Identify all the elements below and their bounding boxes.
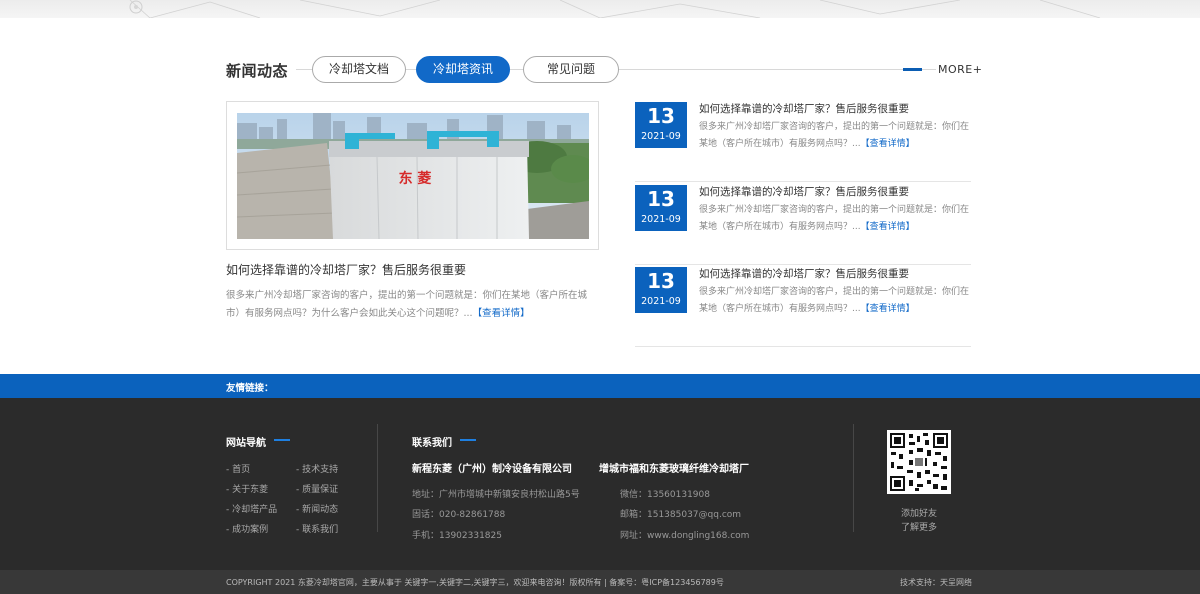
friend-links-bar: 友情链接： bbox=[0, 374, 1200, 398]
date-year-month: 2021-09 bbox=[641, 214, 681, 225]
date-badge: 13 2021-09 bbox=[635, 267, 687, 313]
news-item-title[interactable]: 如何选择靠谱的冷却塔厂家？售后服务很重要 bbox=[699, 101, 909, 116]
footer-link-news[interactable]: - 新闻动态 bbox=[296, 502, 338, 515]
date-day: 13 bbox=[647, 187, 675, 211]
header-accent-bar bbox=[903, 68, 922, 71]
news-section-title: 新闻动态 bbox=[226, 62, 289, 80]
footer: 网站导航 - 首页 - 技术支持 - 关于东菱 - 质量保证 - 冷却塔产品 -… bbox=[0, 398, 1200, 570]
tab-cooling-tower-docs[interactable]: 冷却塔文档 bbox=[312, 56, 406, 83]
date-year-month: 2021-09 bbox=[641, 296, 681, 307]
news-item-detail-link[interactable]: 【查看详情】 bbox=[861, 139, 915, 149]
footer-contact-title: 联系我们 bbox=[412, 438, 452, 449]
date-badge: 13 2021-09 bbox=[635, 185, 687, 231]
footer-link-tech-support[interactable]: - 技术支持 bbox=[296, 462, 338, 475]
date-year-month: 2021-09 bbox=[641, 131, 681, 142]
news-list-item[interactable]: 13 2021-09 如何选择靠谱的冷却塔厂家？售后服务很重要 很多来广州冷却塔… bbox=[635, 267, 971, 347]
news-item-desc-text: 很多来广州冷却塔厂家咨询的客户，提出的第一个问题就是：你们在某地（客户所在城市）… bbox=[699, 205, 970, 232]
news-item-desc-text: 很多来广州冷却塔厂家咨询的客户，提出的第一个问题就是：你们在某地（客户所在城市）… bbox=[699, 287, 970, 314]
qr-caption-line2: 了解更多 bbox=[900, 523, 937, 533]
featured-image-sign: 东 菱 bbox=[399, 170, 432, 187]
featured-desc-text: 很多来广州冷却塔厂家咨询的客户，提出的第一个问题就是：你们在某地（客户所在城市）… bbox=[226, 290, 588, 319]
news-item-title[interactable]: 如何选择靠谱的冷却塔厂家？售后服务很重要 bbox=[699, 266, 909, 281]
footer-link-quality[interactable]: - 质量保证 bbox=[296, 482, 338, 495]
date-badge: 13 2021-09 bbox=[635, 102, 687, 148]
top-banner-strip bbox=[0, 0, 1200, 18]
qr-caption-line1: 添加好友 bbox=[900, 509, 937, 519]
news-item-desc: 很多来广州冷却塔厂家咨询的客户，提出的第一个问题就是：你们在某地（客户所在城市）… bbox=[699, 284, 974, 318]
featured-image-frame[interactable]: 东 菱 bbox=[226, 101, 599, 250]
footer-link-home[interactable]: - 首页 bbox=[226, 462, 250, 475]
news-item-detail-link[interactable]: 【查看详情】 bbox=[861, 222, 915, 232]
company-name-2: 增城市福和东菱玻璃纤维冷却塔厂 bbox=[599, 464, 749, 475]
contact-mobile: 手机：13902331825 bbox=[412, 531, 502, 541]
news-section-header: 新闻动态 冷却塔文档 冷却塔资讯 常见问题 MORE+ bbox=[226, 56, 982, 84]
footer-nav-title: 网站导航 bbox=[226, 438, 266, 449]
contact-phone: 固话：020-82861788 bbox=[412, 510, 506, 520]
copyright-text: COPYRIGHT 2021 东菱冷却塔官网，主要从事于 关键字一,关键字二,关… bbox=[226, 578, 724, 587]
company-name-1: 新程东菱（广州）制冷设备有限公司 bbox=[412, 464, 572, 475]
copyright-bar: COPYRIGHT 2021 东菱冷却塔官网，主要从事于 关键字一,关键字二,关… bbox=[0, 570, 1200, 594]
tab-faq[interactable]: 常见问题 bbox=[523, 56, 619, 83]
contact-email: 邮箱：151385037@qq.com bbox=[620, 510, 742, 520]
date-day: 13 bbox=[647, 104, 675, 128]
footer-link-about[interactable]: - 关于东菱 bbox=[226, 482, 268, 495]
footer-link-contact[interactable]: - 联系我们 bbox=[296, 522, 338, 535]
featured-detail-link[interactable]: 【查看详情】 bbox=[473, 308, 530, 319]
footer-link-products[interactable]: - 冷却塔产品 bbox=[226, 502, 277, 515]
footer-divider-right bbox=[853, 424, 854, 532]
contact-wechat: 微信：13560131908 bbox=[620, 490, 710, 500]
footer-divider-left bbox=[377, 424, 378, 532]
featured-desc: 很多来广州冷却塔厂家咨询的客户，提出的第一个问题就是：你们在某地（客户所在城市）… bbox=[226, 287, 601, 323]
news-item-desc: 很多来广州冷却塔厂家咨询的客户，提出的第一个问题就是：你们在某地（客户所在城市）… bbox=[699, 119, 974, 153]
friend-links-label: 友情链接： bbox=[226, 383, 274, 394]
news-list-item[interactable]: 13 2021-09 如何选择靠谱的冷却塔厂家？售后服务很重要 很多来广州冷却塔… bbox=[635, 185, 971, 265]
tab-cooling-tower-news[interactable]: 冷却塔资讯 bbox=[416, 56, 510, 83]
featured-title[interactable]: 如何选择靠谱的冷却塔厂家？售后服务很重要 bbox=[226, 261, 466, 278]
tech-support-text: 技术支持：天呈网络 bbox=[900, 578, 972, 587]
more-link[interactable]: MORE+ bbox=[938, 63, 982, 76]
contact-address: 地址：广州市增城中新镇安良村松山路5号 bbox=[412, 490, 580, 500]
footer-nav-accent bbox=[274, 439, 290, 441]
news-item-desc: 很多来广州冷却塔厂家咨询的客户，提出的第一个问题就是：你们在某地（客户所在城市）… bbox=[699, 202, 974, 236]
news-list-item[interactable]: 13 2021-09 如何选择靠谱的冷却塔厂家？售后服务很重要 很多来广州冷却塔… bbox=[635, 102, 971, 182]
news-item-desc-text: 很多来广州冷却塔厂家咨询的客户，提出的第一个问题就是：你们在某地（客户所在城市）… bbox=[699, 122, 970, 149]
date-day: 13 bbox=[647, 269, 675, 293]
footer-contact-accent bbox=[460, 439, 476, 441]
news-item-detail-link[interactable]: 【查看详情】 bbox=[861, 304, 915, 314]
footer-link-cases[interactable]: - 成功案例 bbox=[226, 522, 268, 535]
qr-code-image bbox=[887, 430, 951, 494]
featured-image: 东 菱 bbox=[237, 113, 589, 239]
news-item-title[interactable]: 如何选择靠谱的冷却塔厂家？售后服务很重要 bbox=[699, 184, 909, 199]
contact-website: 网址：www.dongling168.com bbox=[620, 531, 750, 541]
